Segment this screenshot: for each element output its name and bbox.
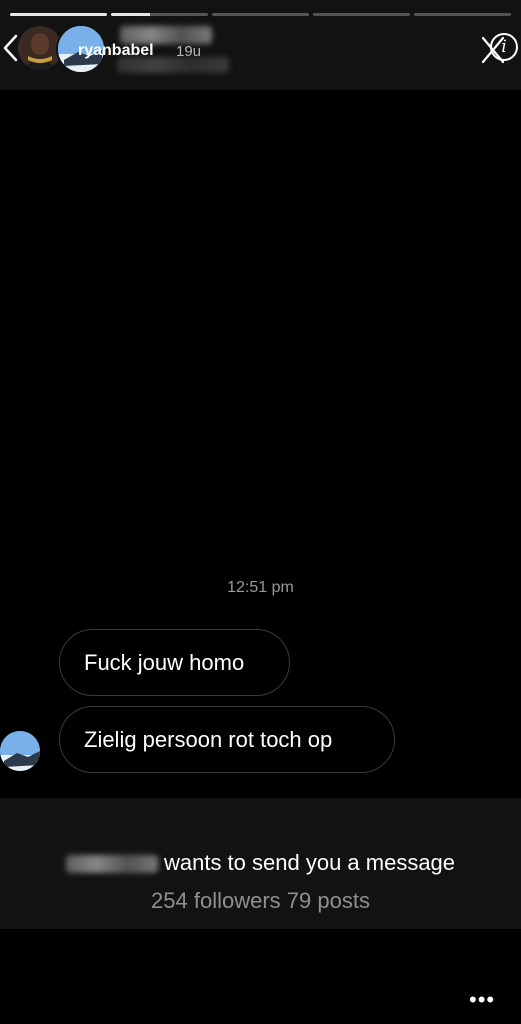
requester-stats: 254 followers 79 posts [151, 888, 370, 913]
story-progress-bar [10, 13, 511, 16]
message-text: Fuck jouw homo [84, 649, 245, 675]
sender-avatar[interactable] [0, 731, 40, 771]
more-horizontal-icon[interactable]: ••• [469, 987, 495, 1013]
progress-segment [313, 13, 410, 16]
info-icon[interactable]: i [490, 33, 518, 61]
message-bubble[interactable]: Zielig persoon rot toch op [59, 706, 395, 773]
message-text: Zielig persoon rot toch op [84, 726, 333, 752]
message-request-text: wants to send you a message [0, 850, 521, 876]
progress-segment [212, 13, 309, 16]
progress-segment [414, 13, 511, 16]
message-timestamp: 12:51 pm [227, 579, 294, 596]
progress-segment [111, 13, 208, 16]
redacted-requester-name [65, 855, 158, 874]
request-message: wants to send you a message [163, 850, 456, 875]
message-bubble[interactable]: Fuck jouw homo [59, 629, 290, 696]
info-glyph: i [501, 37, 507, 57]
redacted-subtitle [117, 57, 229, 73]
story-header: ryanbabel 19u i [0, 0, 521, 90]
progress-segment [10, 13, 107, 16]
